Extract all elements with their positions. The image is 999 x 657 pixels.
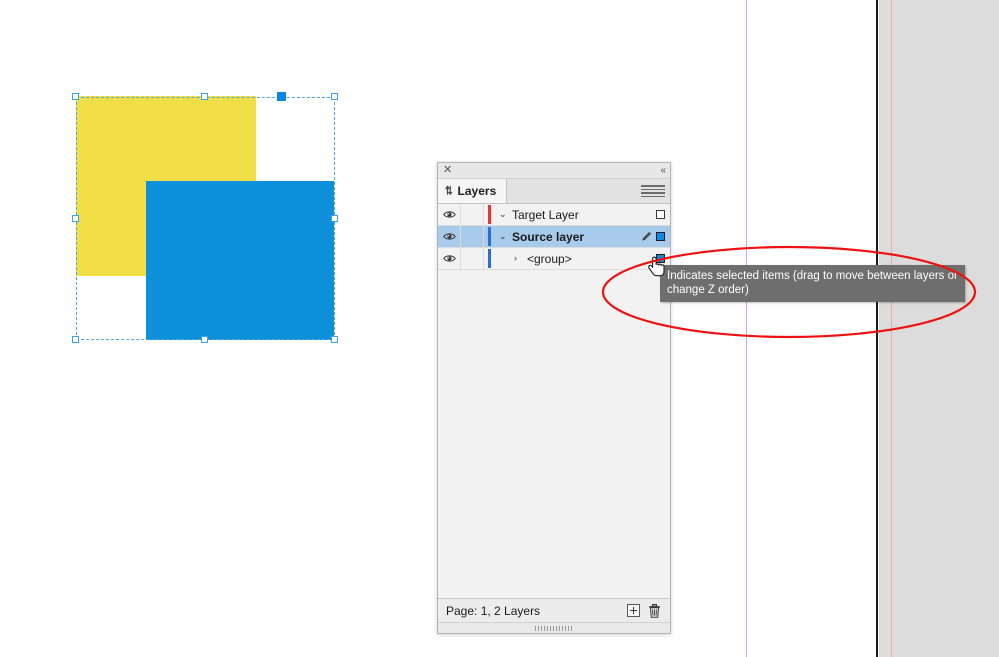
close-icon[interactable]: ✕ bbox=[443, 165, 452, 176]
eye-icon[interactable] bbox=[442, 232, 456, 241]
add-layer-button[interactable] bbox=[626, 603, 641, 618]
pasteboard-area bbox=[879, 0, 999, 657]
panel-footer: Page: 1, 2 Layers bbox=[438, 598, 670, 622]
eye-icon[interactable] bbox=[442, 254, 456, 263]
collapse-panel-icon[interactable]: « bbox=[660, 165, 665, 176]
layer-status-text: Page: 1, 2 Layers bbox=[446, 603, 541, 618]
layer-name-label: Target Layer bbox=[512, 207, 579, 222]
selected-items-indicator[interactable] bbox=[656, 232, 665, 241]
tab-layers[interactable]: ⇅ Layers bbox=[438, 179, 508, 203]
pencil-icon[interactable] bbox=[641, 231, 652, 242]
plus-icon bbox=[627, 604, 640, 617]
chevron-down-icon[interactable]: ⌄ bbox=[499, 210, 507, 219]
tooltip: Indicates selected items (drag to move b… bbox=[660, 265, 965, 302]
layer-lock-toggle[interactable] bbox=[461, 204, 484, 225]
layer-list[interactable]: ⌄ Target Layer ⌄ Source layer › <group> bbox=[438, 204, 670, 598]
selection-handle-se[interactable] bbox=[331, 336, 338, 343]
layer-color-swatch bbox=[484, 226, 494, 247]
trash-icon bbox=[649, 603, 660, 618]
eye-icon[interactable] bbox=[442, 210, 456, 219]
tooltip-text: Indicates selected items (drag to move b… bbox=[667, 270, 958, 296]
selection-handle-nw[interactable] bbox=[72, 93, 79, 100]
layer-row[interactable]: › <group> bbox=[438, 248, 670, 270]
tab-layers-label: Layers bbox=[457, 184, 497, 198]
selection-handle-s[interactable] bbox=[201, 336, 208, 343]
hamburger-menu-icon[interactable] bbox=[636, 179, 670, 203]
selection-handle-n[interactable] bbox=[201, 93, 208, 100]
panel-title-bar: ✕ « bbox=[438, 163, 670, 179]
layer-name-label: Source layer bbox=[512, 229, 585, 244]
resize-grip-icon bbox=[535, 625, 573, 631]
chevron-right-icon[interactable]: › bbox=[514, 254, 522, 263]
guide-pink bbox=[891, 0, 892, 657]
sort-order-icon[interactable]: ⇅ bbox=[445, 185, 453, 196]
layer-row[interactable]: ⌄ Source layer bbox=[438, 226, 670, 248]
tab-bar-spacer bbox=[507, 179, 636, 203]
layer-edit-pencil[interactable] bbox=[641, 231, 652, 242]
layer-visibility-toggle[interactable] bbox=[438, 226, 461, 247]
layer-row-actions bbox=[627, 204, 670, 225]
layer-color-swatch bbox=[484, 204, 494, 225]
panel-resize-handle[interactable] bbox=[438, 622, 670, 633]
screenshot-root: ✕ « ⇅ Layers ⌄ Target Layer ⌄ Source layer ›… bbox=[0, 0, 999, 657]
layer-color-swatch bbox=[484, 248, 494, 269]
selection-handle-sw[interactable] bbox=[72, 336, 79, 343]
guide-violet bbox=[746, 0, 747, 657]
layer-name-cell[interactable]: › <group> bbox=[494, 248, 627, 269]
layer-name-cell[interactable]: ⌄ Target Layer bbox=[494, 204, 627, 225]
layer-visibility-toggle[interactable] bbox=[438, 204, 461, 225]
selection-handle-e[interactable] bbox=[331, 215, 338, 222]
delete-layer-button[interactable] bbox=[647, 603, 662, 618]
page-edge-border bbox=[876, 0, 878, 657]
layer-lock-toggle[interactable] bbox=[461, 226, 484, 247]
layer-row-actions bbox=[627, 226, 670, 247]
selection-handle-active[interactable] bbox=[277, 92, 286, 101]
layer-visibility-toggle[interactable] bbox=[438, 248, 461, 269]
selection-handle-w[interactable] bbox=[72, 215, 79, 222]
layer-name-cell[interactable]: ⌄ Source layer bbox=[494, 226, 627, 247]
pointing-hand-cursor bbox=[648, 256, 665, 277]
selection-handle-ne[interactable] bbox=[331, 93, 338, 100]
layer-lock-toggle[interactable] bbox=[461, 248, 484, 269]
panel-tab-bar: ⇅ Layers bbox=[438, 179, 670, 204]
layers-panel: ✕ « ⇅ Layers ⌄ Target Layer ⌄ Source layer ›… bbox=[437, 162, 671, 634]
selected-items-indicator[interactable] bbox=[656, 210, 665, 219]
chevron-down-icon[interactable]: ⌄ bbox=[499, 232, 507, 241]
blue-square-shape[interactable] bbox=[146, 181, 334, 340]
layer-name-label: <group> bbox=[527, 251, 572, 266]
layer-row[interactable]: ⌄ Target Layer bbox=[438, 204, 670, 226]
